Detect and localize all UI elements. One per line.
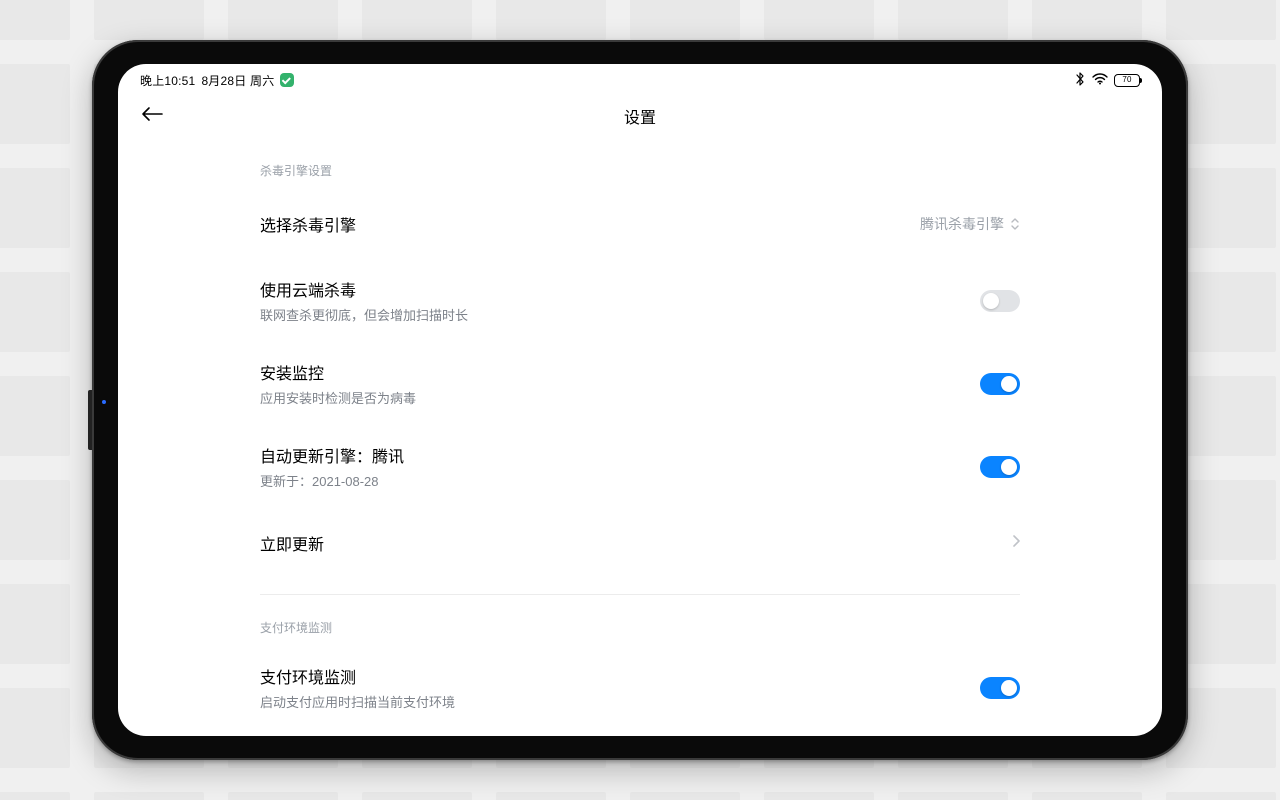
row-title: 支付环境监测 [260,664,980,688]
section-divider [260,594,1020,595]
row-update-now[interactable]: 立即更新 [260,510,1020,576]
status-date: 8月28日 周六 [201,72,274,89]
row-subtitle: 应用安装时检测是否为病毒 [260,388,980,407]
battery-icon: 70 [1114,74,1140,87]
section-header-engine: 杀毒引擎设置 [260,162,1020,179]
back-arrow-icon [141,106,163,127]
row-title: 安装监控 [260,360,980,384]
toggle-install-monitor[interactable] [980,373,1020,395]
row-install-monitor: 安装监控 应用安装时检测是否为病毒 [260,344,1020,423]
status-time: 晚上10:51 [140,72,195,89]
toggle-cloud-scan[interactable] [980,290,1020,312]
row-pay-env: 支付环境监测 启动支付应用时扫描当前支付环境 [260,648,1020,727]
row-subtitle: 启动支付应用时扫描当前支付环境 [260,692,980,711]
row-title: 立即更新 [260,531,1012,555]
row-title: 自动更新引擎：腾讯 [260,443,980,467]
section-header-pay: 支付环境监测 [260,619,1020,636]
tablet-led [102,400,106,404]
status-app-badge-icon [280,73,294,87]
row-subtitle: 更新于：2021-08-28 [260,471,980,490]
row-choose-engine[interactable]: 选择杀毒引擎 腾讯杀毒引擎 [260,191,1020,257]
nav-bar: 设置 [118,94,1162,138]
page-title: 设置 [624,104,656,128]
back-button[interactable] [138,102,166,130]
row-cloud-scan: 使用云端杀毒 联网查杀更彻底，但会增加扫描时长 [260,261,1020,340]
up-down-arrows-icon [1010,217,1020,231]
toggle-auto-update[interactable] [980,456,1020,478]
bluetooth-icon [1074,72,1086,89]
tablet-frame: 晚上10:51 8月28日 周六 70 设置 [92,40,1188,760]
row-auto-update: 自动更新引擎：腾讯 更新于：2021-08-28 [260,427,1020,506]
row-subtitle: 联网查杀更彻底，但会增加扫描时长 [260,305,980,324]
status-bar: 晚上10:51 8月28日 周六 70 [118,64,1162,94]
chevron-right-icon [1012,534,1020,553]
toggle-pay-env[interactable] [980,677,1020,699]
tablet-side-button [88,390,92,450]
row-title: 选择杀毒引擎 [260,212,920,236]
row-title: 使用云端杀毒 [260,277,980,301]
settings-content[interactable]: 杀毒引擎设置 选择杀毒引擎 腾讯杀毒引擎 使用云端杀毒 联网查杀更彻底，但会增加… [118,138,1162,736]
row-value: 腾讯杀毒引擎 [920,214,1004,234]
wifi-icon [1092,73,1108,88]
row-ime-check: 输入法安全检测 支付时检测当前输入法是否安全 [260,731,1020,736]
